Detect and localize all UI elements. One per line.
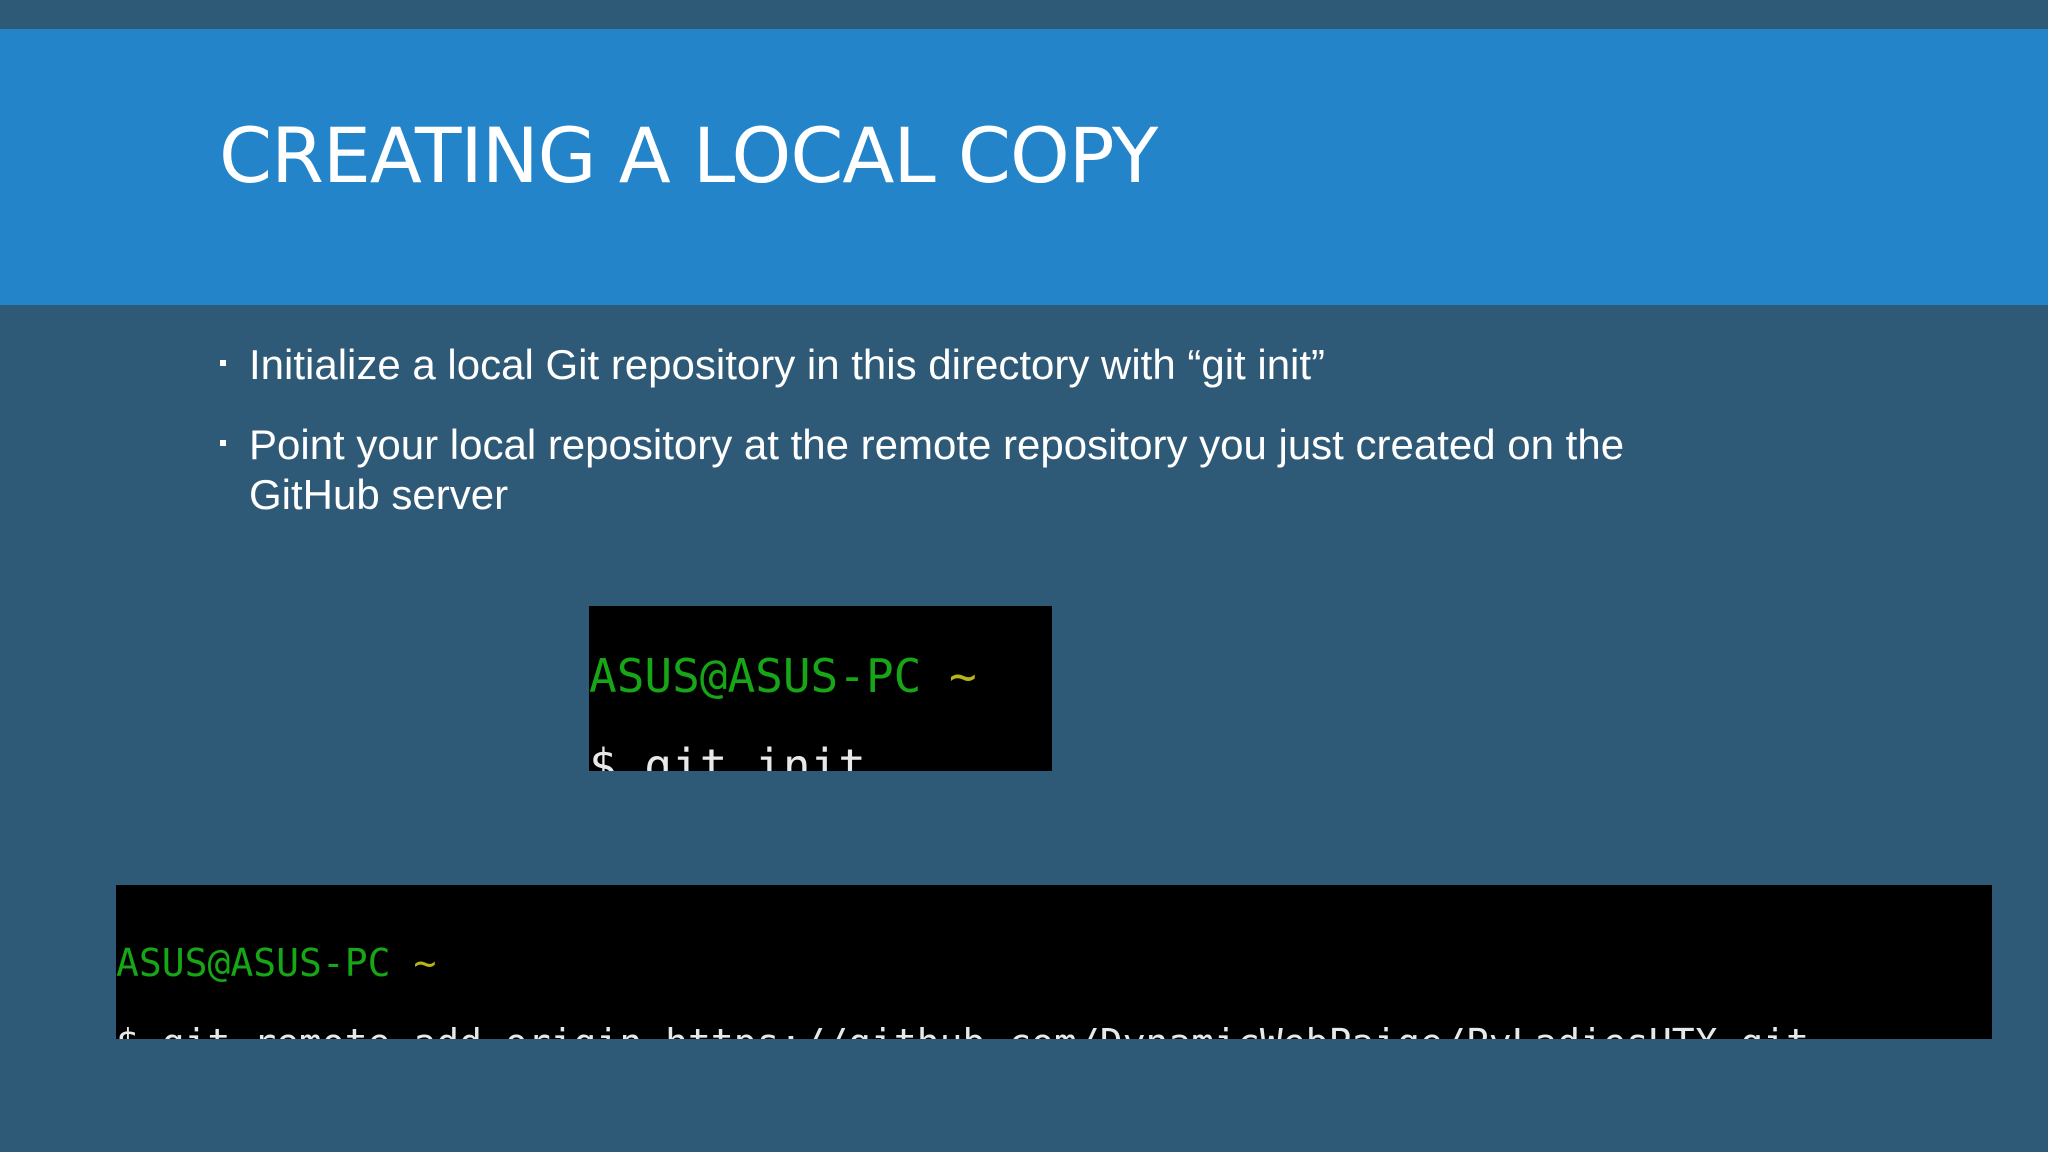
- terminal-command: $ git remote add origin https://github.c…: [116, 1022, 1992, 1039]
- bullet-square-icon: [220, 440, 226, 446]
- bullet-item: Initialize a local Git repository in thi…: [217, 340, 1737, 390]
- terminal-user-host: ASUS@ASUS-PC: [116, 941, 391, 985]
- terminal-prompt-line: ASUS@ASUS-PC ~: [589, 650, 1052, 702]
- bullet-item: Point your local repository at the remot…: [217, 420, 1737, 520]
- bullet-text: Initialize a local Git repository in thi…: [249, 341, 1326, 388]
- bullet-list: Initialize a local Git repository in thi…: [217, 340, 1737, 550]
- terminal-git-remote-screenshot: ASUS@ASUS-PC ~ $ git remote add origin h…: [116, 885, 1992, 1039]
- terminal-command: $ git init: [589, 739, 866, 771]
- terminal-user-host: ASUS@ASUS-PC: [589, 649, 922, 703]
- slide-title: CREATING A LOCAL COPY: [219, 111, 1158, 200]
- terminal-path: ~: [949, 649, 977, 703]
- terminal-path: ~: [413, 941, 437, 985]
- slide: CREATING A LOCAL COPY Initialize a local…: [0, 0, 2048, 1152]
- bullet-text: Point your local repository at the remot…: [249, 421, 1625, 518]
- bullet-square-icon: [220, 360, 226, 366]
- terminal-prompt-line: ASUS@ASUS-PC ~: [116, 942, 1992, 984]
- terminal-git-init-screenshot: ASUS@ASUS-PC ~ $ git init: [589, 606, 1052, 771]
